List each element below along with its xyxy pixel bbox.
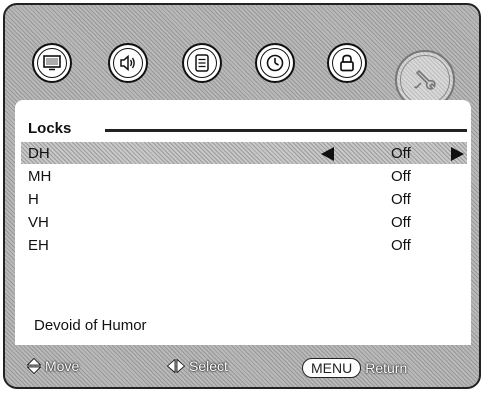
- tv-menu-frame: Locks DH Off MH Off H Off VH Off EH Off …: [3, 3, 481, 389]
- section-title: Locks: [28, 120, 72, 137]
- clock-icon: [266, 54, 284, 72]
- channel-list-tab[interactable]: [182, 43, 222, 83]
- locks-panel: Locks DH Off MH Off H Off VH Off EH Off …: [15, 100, 471, 345]
- hint-bar: Move Select MENU Return: [5, 345, 479, 387]
- row-value: Off: [391, 237, 411, 254]
- return-hint-label: Return: [365, 360, 408, 376]
- sound-icon: [120, 55, 135, 71]
- row-value: Off: [391, 214, 411, 231]
- setup-wrench-icon: [413, 69, 436, 90]
- up-down-arrows-icon: [27, 358, 41, 374]
- left-right-arrows-icon: [167, 359, 185, 373]
- select-hint: Select: [167, 358, 228, 374]
- row-value: Off: [391, 191, 411, 208]
- rating-description: Devoid of Humor: [34, 317, 147, 334]
- lock-icon: [340, 54, 354, 72]
- menu-row-h[interactable]: H Off: [21, 188, 467, 210]
- row-value: Off: [391, 145, 411, 162]
- row-label: EH: [28, 237, 49, 254]
- row-label: VH: [28, 214, 49, 231]
- picture-icon: [43, 55, 61, 71]
- menu-key-badge: MENU: [302, 358, 362, 378]
- move-hint-label: Move: [45, 358, 80, 374]
- menu-row-eh[interactable]: EH Off: [21, 234, 467, 256]
- menu-tab-bar: [5, 5, 479, 110]
- menu-row-mh[interactable]: MH Off: [21, 165, 467, 187]
- row-label: H: [28, 191, 39, 208]
- arrow-right-icon[interactable]: [451, 147, 464, 161]
- picture-tab[interactable]: [32, 43, 72, 83]
- menu-row-dh[interactable]: DH Off: [21, 142, 467, 164]
- menu-row-vh[interactable]: VH Off: [21, 211, 467, 233]
- row-label: MH: [28, 168, 52, 185]
- row-value: Off: [391, 168, 411, 185]
- arrow-left-icon[interactable]: [321, 147, 334, 161]
- move-hint: Move: [27, 358, 79, 374]
- channel-list-icon: [195, 54, 209, 72]
- lock-tab[interactable]: [327, 43, 367, 83]
- select-hint-label: Select: [189, 358, 228, 374]
- return-hint: MENU Return: [302, 358, 407, 378]
- clock-tab[interactable]: [255, 43, 295, 83]
- section-divider: [105, 129, 467, 132]
- sound-tab[interactable]: [108, 43, 148, 83]
- row-label: DH: [28, 145, 50, 162]
